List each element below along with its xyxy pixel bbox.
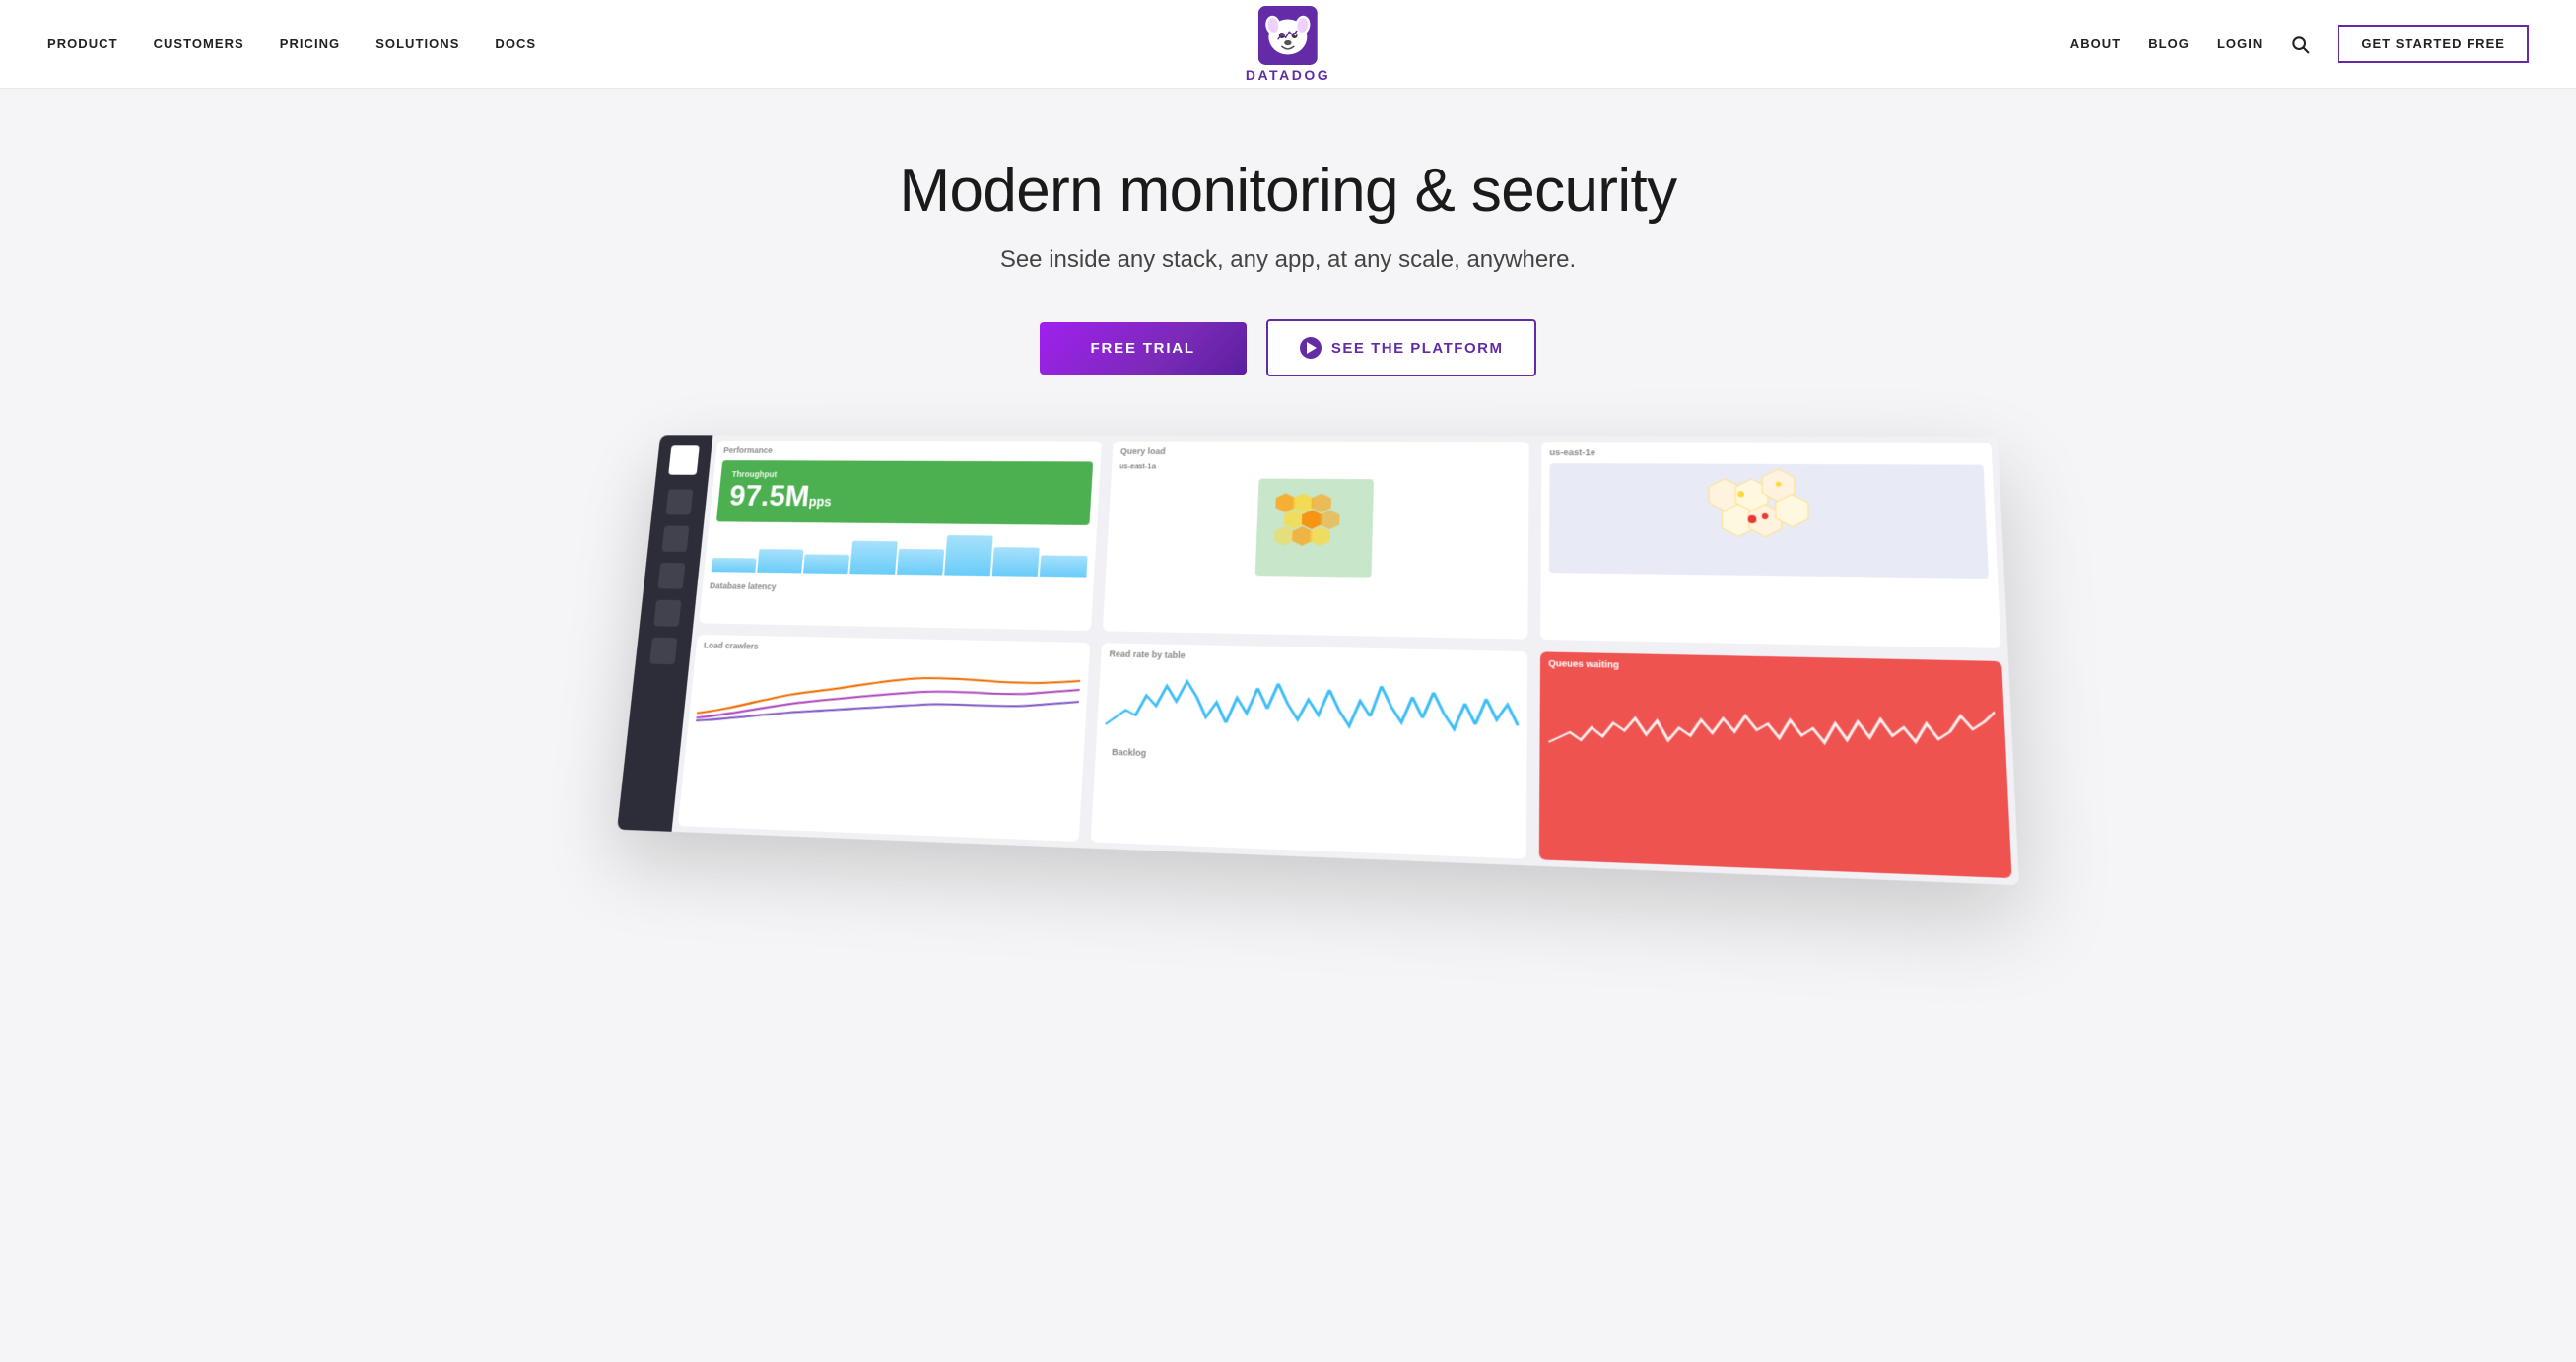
get-started-button[interactable]: GET STARTED FREE xyxy=(2338,25,2529,63)
map-inner xyxy=(1549,463,1989,579)
nav-docs[interactable]: DOCS xyxy=(495,36,536,51)
hero-section: Modern monitoring & security See inside … xyxy=(0,89,2576,1362)
sidebar-icon-5 xyxy=(649,638,677,664)
sidebar-icon-3 xyxy=(657,563,685,589)
free-trial-button[interactable]: FREE TRIAL xyxy=(1040,322,1247,375)
us-east-1a-label: us-east-1a xyxy=(1119,462,1156,471)
db-bar xyxy=(1040,555,1088,578)
dashboard-panels: Performance Throughput 97.5Mpps xyxy=(672,436,2019,886)
db-bar xyxy=(757,549,803,573)
nav-customers[interactable]: CUSTOMERS xyxy=(154,36,244,51)
dashboard-mockup: Performance Throughput 97.5Mpps xyxy=(617,436,2019,886)
queues-panel: Queues waiting xyxy=(1538,652,2011,879)
see-platform-button[interactable]: SEE THE PLATFORM xyxy=(1266,319,1537,376)
db-latency-label: Database latency xyxy=(702,576,1094,599)
db-bar xyxy=(803,555,849,575)
load-chart-svg xyxy=(696,655,1081,733)
throughput-block: Throughput 97.5Mpps xyxy=(716,460,1094,525)
sidebar-icon-2 xyxy=(661,526,689,552)
logo-link[interactable]: DATADOG xyxy=(1246,6,1330,83)
dashboard-mockup-wrap: Performance Throughput 97.5Mpps xyxy=(598,436,1978,850)
read-rate-svg xyxy=(1105,665,1519,747)
us-east-1e-label: us-east-1e xyxy=(1541,442,1993,460)
see-platform-label: SEE THE PLATFORM xyxy=(1331,340,1504,357)
datadog-logo-icon xyxy=(1258,6,1318,65)
load-chart xyxy=(688,651,1090,740)
db-bar xyxy=(944,535,992,577)
db-bar xyxy=(849,541,897,575)
query-load-panel: Query load us-east-1a xyxy=(1103,442,1528,640)
hero-buttons: FREE TRIAL SEE THE PLATFORM xyxy=(1040,319,1537,376)
nav-blog[interactable]: BLOG xyxy=(2148,36,2190,51)
load-crawlers-panel: Load crawlers xyxy=(678,635,1091,842)
map-honeycomb-svg xyxy=(1688,464,1841,577)
throughput-value: 97.5Mpps xyxy=(728,479,1081,515)
queues-svg xyxy=(1548,675,1998,761)
play-triangle xyxy=(1307,342,1317,354)
db-bar xyxy=(897,549,944,576)
search-icon xyxy=(2290,34,2310,54)
backlog-label: Backlog xyxy=(1104,741,1155,761)
nav-about[interactable]: ABOUT xyxy=(2070,36,2121,51)
query-load-label: Query load xyxy=(1113,442,1528,460)
db-bar xyxy=(991,547,1040,577)
read-rate-chart xyxy=(1097,660,1527,753)
nav-product[interactable]: PRODUCT xyxy=(47,36,118,51)
hero-headline: Modern monitoring & security xyxy=(900,158,1677,225)
nav-solutions[interactable]: SOLUTIONS xyxy=(375,36,459,51)
honeycomb-green xyxy=(1255,479,1374,578)
sidebar-icon-4 xyxy=(653,600,681,627)
nav-right: ABOUT BLOG LOGIN GET STARTED FREE xyxy=(2070,25,2529,63)
db-bar xyxy=(712,558,757,573)
hero-subheadline: See inside any stack, any app, at any sc… xyxy=(1000,246,1576,274)
us-east-map-panel: us-east-1e xyxy=(1540,442,2001,648)
read-rate-panel: Read rate by table Backlog xyxy=(1091,643,1527,859)
performance-label: Performance xyxy=(715,441,1102,458)
performance-panel: Performance Throughput 97.5Mpps xyxy=(699,441,1102,631)
queues-chart xyxy=(1539,670,2006,767)
header: PRODUCT CUSTOMERS PRICING SOLUTIONS DOCS xyxy=(0,0,2576,89)
sidebar-logo xyxy=(668,445,700,474)
nav-login[interactable]: LOGIN xyxy=(2217,36,2263,51)
search-button[interactable] xyxy=(2290,34,2310,54)
nav-left: PRODUCT CUSTOMERS PRICING SOLUTIONS DOCS xyxy=(47,36,536,51)
sidebar-icon-1 xyxy=(666,490,694,515)
logo-text: DATADOG xyxy=(1246,67,1330,83)
play-icon xyxy=(1300,337,1322,359)
honeycomb-svg-green xyxy=(1263,489,1366,568)
nav-pricing[interactable]: PRICING xyxy=(280,36,340,51)
